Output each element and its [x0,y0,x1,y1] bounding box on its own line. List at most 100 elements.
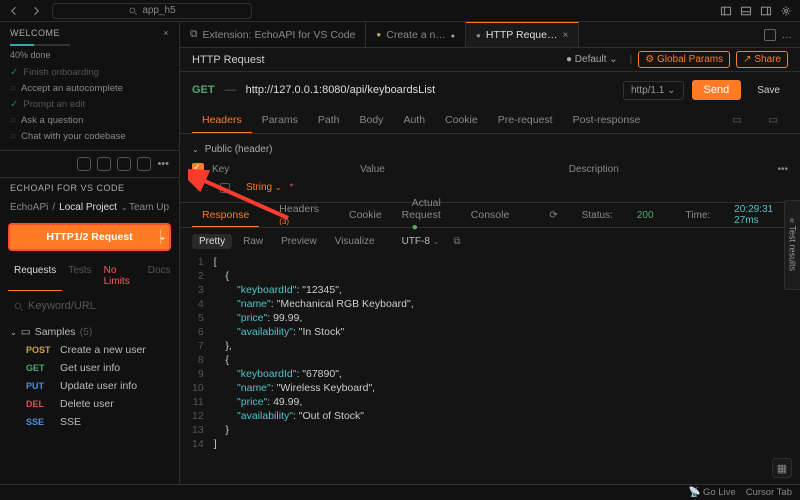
subtab-cookie[interactable]: Cookie [435,108,488,133]
layout-toggle-button[interactable]: ▦ [772,458,792,478]
welcome-item[interactable]: ○Ask a question [10,112,169,128]
tab-no-limits[interactable]: No Limits [98,261,136,291]
welcome-item[interactable]: ✓Prompt an edit [10,96,169,112]
response-tabs: Response Headers (3) Cookie Actual Reque… [180,202,800,228]
tree-item[interactable]: PUTUpdate user info [6,377,173,395]
col-key: Key [212,164,352,175]
welcome-item[interactable]: ○Accept an autocomplete [10,80,169,96]
subtab-path[interactable]: Path [308,108,350,133]
select-all-checkbox[interactable] [192,163,204,175]
subtab-pre[interactable]: Pre-request [488,108,563,133]
tab-extension[interactable]: ⧉Extension: EchoAPI for VS Code [180,22,366,47]
send-button[interactable]: Send [692,80,742,100]
layout-right-icon[interactable] [760,5,772,17]
toolbar-icon[interactable] [97,157,111,171]
encoding-select[interactable]: UTF-8 ⌄ [402,236,440,247]
progress-text: 40% done [10,50,169,60]
subtab-params[interactable]: Params [252,108,308,133]
nav-forward-icon[interactable] [30,5,42,17]
http-version-select[interactable]: http/1.1 ⌄ [623,81,684,100]
view-pretty[interactable]: Pretty [192,234,232,249]
more-icon[interactable]: ••• [157,158,169,170]
command-search-text: app_h5 [142,5,175,16]
type-select[interactable]: String ⌄ [246,182,282,193]
request-subtabs: Headers Params Path Body Auth Cookie Pre… [180,108,800,134]
editor-tabs: ⧉Extension: EchoAPI for VS Code ●Create … [180,22,800,48]
request-title: HTTP Request [192,54,265,66]
cursor-tab[interactable]: Cursor Tab [746,487,792,498]
view-preview[interactable]: Preview [274,234,324,249]
subtab-auth[interactable]: Auth [393,108,435,133]
request-tree: ⌄ ▭ Samples (5) POSTCreate a new user GE… [0,321,179,433]
close-icon[interactable]: × [562,30,568,41]
copy-icon[interactable]: ⧉ [453,236,460,247]
layout-bottom-icon[interactable] [740,5,752,17]
request-header-row: HTTP Request ● Default ⌄ | ⚙ Global Para… [180,48,800,72]
toolbar-icon[interactable] [137,157,151,171]
tab-http-request[interactable]: ●HTTP Reque…× [466,22,579,47]
breadcrumb[interactable]: EchoAPi / Local Project ⌄ Team Up [0,198,179,217]
subtab-headers[interactable]: Headers [192,108,252,133]
headers-grid-head: Key Value Description ••• [192,159,788,179]
resp-tab-console[interactable]: Console [461,204,520,226]
headers-grid-row[interactable]: ⋮⋮ String ⌄ * [192,179,788,196]
welcome-item[interactable]: ○Chat with your codebase [10,128,169,144]
status-bar: 📡 Go Live Cursor Tab [0,484,800,500]
http-request-button[interactable]: HTTP1/2 Request⌄ [8,223,171,251]
tree-item[interactable]: SSESSE [6,413,173,431]
checkbox[interactable] [220,183,230,193]
resp-tab-response[interactable]: Response [192,204,259,227]
command-search[interactable]: app_h5 [52,3,252,19]
view-raw[interactable]: Raw [236,234,270,249]
settings-gear-icon[interactable] [780,5,792,17]
view-visualize[interactable]: Visualize [328,234,382,249]
tab-requests[interactable]: Requests [8,261,62,291]
response-status: ⟳ Status:200 Time:20:29:31 27ms Size:0.1… [539,199,800,231]
response-view-row: Pretty Raw Preview Visualize UTF-8 ⌄ ⧉ [180,228,800,255]
split-icon[interactable] [764,29,776,41]
welcome-list: ✓Finish onboarding ○Accept an autocomple… [10,64,169,144]
test-results-rail[interactable]: « Test results [784,200,800,290]
tree-item[interactable]: DELDelete user [6,395,173,413]
resp-tab-headers[interactable]: Headers (3) [259,198,339,232]
subtab-post[interactable]: Post-response [563,108,651,133]
tree-item[interactable]: GETGet user info [6,359,173,377]
icon-layout[interactable]: ▭ [722,108,752,133]
tree-item[interactable]: POSTCreate a new user [6,341,173,359]
tab-tests[interactable]: Tests [62,261,97,291]
window-titlebar: app_h5 [0,0,800,22]
toolbar-icon[interactable] [117,157,131,171]
response-body[interactable]: 1234567891011121314 [ { "keyboardId": "1… [180,255,800,459]
progress-bar [10,44,70,46]
more-icon[interactable]: … [782,29,793,41]
team-up-link[interactable]: Team Up [129,202,169,213]
tab-docs[interactable]: DocsBeta [136,261,180,291]
env-select[interactable]: ● Default ⌄ [560,52,624,67]
url-row: GET — http://127.0.0.1:8080/api/keyboard… [180,72,800,108]
subtab-body[interactable]: Body [350,108,394,133]
headers-section: ⌄Public (header) Key Value Description •… [180,134,800,202]
icon-layout[interactable]: ▭ [758,108,788,133]
sidebar: WELCOME× 40% done ✓Finish onboarding ○Ac… [0,22,180,484]
folder-samples[interactable]: ⌄ ▭ Samples (5) [6,323,173,341]
col-value: Value [360,164,561,175]
url-input[interactable]: http://127.0.0.1:8080/api/keyboardsList [246,84,613,96]
welcome-item[interactable]: ✓Finish onboarding [10,64,169,80]
more-icon[interactable]: ••• [778,164,789,175]
save-button[interactable]: Save [749,81,788,100]
go-live-button[interactable]: 📡 Go Live [688,487,735,498]
layout-left-icon[interactable] [720,5,732,17]
resp-tab-cookie[interactable]: Cookie [339,204,392,226]
editor-area: ⧉Extension: EchoAPI for VS Code ●Create … [180,22,800,484]
sidebar-search[interactable]: Keyword/URL [8,297,171,315]
share-button[interactable]: ↗ Share [736,51,788,68]
toolbar-icon[interactable] [77,157,91,171]
method-select[interactable]: GET [192,84,215,96]
tab-create[interactable]: ●Create a n… [366,22,466,47]
nav-back-icon[interactable] [8,5,20,17]
request-category-tabs: Requests Tests No Limits DocsBeta [0,261,179,291]
sidebar-toolbar: ••• [0,151,179,178]
global-params-button[interactable]: ⚙ Global Params [638,51,730,68]
search-placeholder: Keyword/URL [28,300,96,312]
section-toggle[interactable]: ⌄Public (header) [192,140,788,159]
